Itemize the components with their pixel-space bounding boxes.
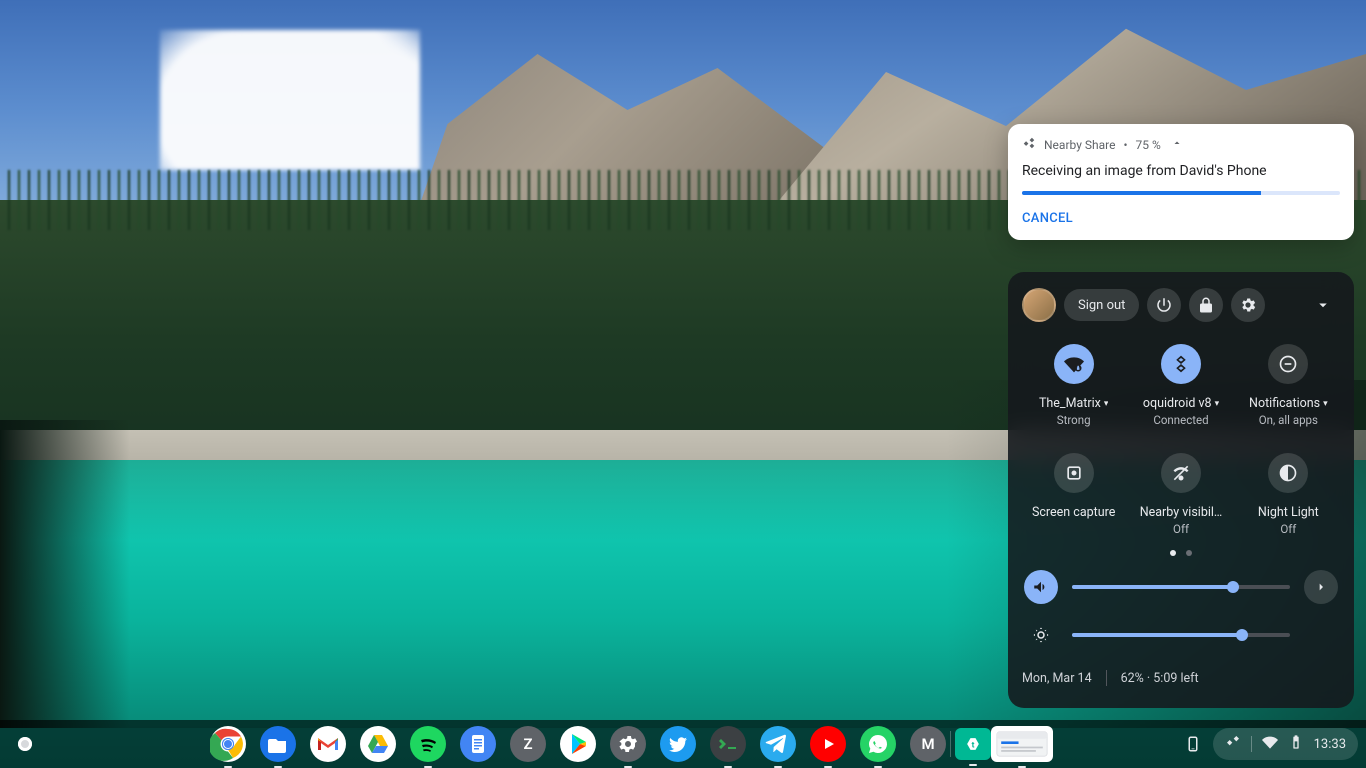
chevron-down-icon[interactable]: ▾ — [1323, 399, 1328, 409]
quick-settings-panel: Sign out The_Matrix▾Strongoquidroid v8▾C… — [1008, 272, 1354, 708]
page-indicator — [1022, 550, 1340, 556]
power-button[interactable] — [1147, 288, 1181, 322]
wifi-tile-toggle[interactable] — [1054, 344, 1094, 384]
nearby-share-icon — [1022, 136, 1036, 153]
night-light-tile-toggle[interactable] — [1268, 453, 1308, 493]
shelf-app-t[interactable]: t — [955, 728, 991, 760]
audio-settings-button[interactable] — [1304, 570, 1338, 604]
brightness-slider[interactable] — [1072, 633, 1290, 637]
notifications-tile-toggle[interactable] — [1268, 344, 1308, 384]
shelf-app-twitter[interactable] — [660, 726, 696, 762]
shelf-app-gmail[interactable] — [310, 726, 346, 762]
battery-tray-icon — [1288, 734, 1304, 754]
shelf-app-chrome[interactable] — [210, 726, 246, 762]
collapse-icon[interactable] — [1171, 137, 1183, 152]
notification-app-name: Nearby Share — [1044, 138, 1115, 152]
cancel-button[interactable]: CANCEL — [1022, 211, 1073, 226]
sign-out-button[interactable]: Sign out — [1064, 289, 1139, 321]
shelf-app-files[interactable] — [260, 726, 296, 762]
shelf-app-whatsapp[interactable] — [860, 726, 896, 762]
bluetooth-tile[interactable]: oquidroid v8▾ Connected — [1129, 344, 1232, 427]
brightness-icon[interactable] — [1024, 618, 1058, 652]
clock-text: 13:33 — [1314, 737, 1346, 752]
phone-hub-button[interactable] — [1179, 730, 1207, 758]
shelf-app-drive[interactable] — [360, 726, 396, 762]
shelf-app-z[interactable]: Z — [510, 726, 546, 762]
screen-capture-tile-toggle[interactable] — [1054, 453, 1094, 493]
svg-text:t: t — [972, 740, 975, 750]
chevron-down-icon[interactable]: ▾ — [1104, 399, 1109, 409]
shelf-app-telegram[interactable] — [760, 726, 796, 762]
settings-button[interactable] — [1231, 288, 1265, 322]
shelf-app-docs[interactable] — [460, 726, 496, 762]
night-light-tile-label: Night Light — [1258, 505, 1319, 520]
collapse-panel-button[interactable] — [1306, 288, 1340, 322]
notification-title: Receiving an image from David's Phone — [1022, 163, 1340, 179]
shelf-app-play[interactable] — [560, 726, 596, 762]
wifi-tile[interactable]: The_Matrix▾ Strong — [1022, 344, 1125, 427]
shelf-app-spotify[interactable] — [410, 726, 446, 762]
night-light-tile-status: Off — [1280, 522, 1296, 536]
notifications-tile-label: Notifications — [1249, 396, 1320, 411]
nearby-share-notification[interactable]: Nearby Share • 75 % Receiving an image f… — [1008, 124, 1354, 240]
battery-text: 62% · 5:09 left — [1121, 671, 1199, 686]
nearby-visibility-tile[interactable]: Nearby visibil… Off — [1129, 453, 1232, 536]
status-tray[interactable]: 13:33 — [1213, 728, 1358, 760]
notifications-tile[interactable]: Notifications▾ On, all apps — [1237, 344, 1340, 427]
shelf-app-m[interactable]: M — [910, 726, 946, 762]
bluetooth-tile-toggle[interactable] — [1161, 344, 1201, 384]
avatar[interactable] — [1022, 288, 1056, 322]
lock-button[interactable] — [1189, 288, 1223, 322]
wifi-tile-status: Strong — [1057, 413, 1091, 427]
progress-bar — [1022, 191, 1340, 195]
nearby-tray-icon — [1225, 734, 1241, 754]
nearby-visibility-tile-toggle[interactable] — [1161, 453, 1201, 493]
bluetooth-tile-label: oquidroid v8 — [1143, 396, 1212, 411]
shelf-app-window[interactable] — [991, 726, 1053, 762]
chevron-down-icon[interactable]: ▾ — [1215, 399, 1220, 409]
screen-capture-tile-label: Screen capture — [1032, 505, 1115, 520]
shelf-app-terminal[interactable] — [710, 726, 746, 762]
notifications-tile-status: On, all apps — [1259, 413, 1318, 427]
night-light-tile[interactable]: Night Light Off — [1237, 453, 1340, 536]
wifi-tray-icon — [1262, 734, 1278, 754]
volume-icon[interactable] — [1024, 570, 1058, 604]
nearby-visibility-tile-label: Nearby visibil… — [1140, 505, 1223, 520]
shelf-app-settings[interactable] — [610, 726, 646, 762]
notification-progress-text: 75 % — [1136, 138, 1161, 152]
date-text: Mon, Mar 14 — [1022, 671, 1092, 686]
shelf-app-youtube[interactable] — [810, 726, 846, 762]
screen-capture-tile[interactable]: Screen capture — [1022, 453, 1125, 536]
wifi-tile-label: The_Matrix — [1039, 396, 1101, 411]
bluetooth-tile-status: Connected — [1153, 413, 1208, 427]
shelf: Z M t 13:33 — [0, 720, 1366, 768]
volume-slider[interactable] — [1072, 585, 1290, 589]
nearby-visibility-tile-status: Off — [1173, 522, 1189, 536]
launcher-button[interactable] — [8, 727, 42, 761]
